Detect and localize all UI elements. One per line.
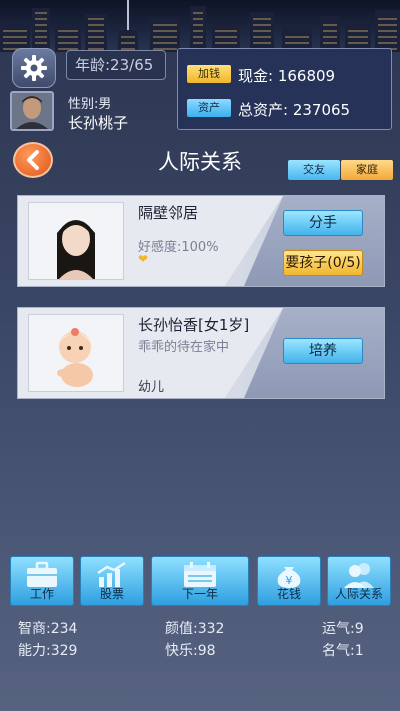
stat-looks: 颜值:332 — [165, 621, 225, 637]
child-stage: 幼儿 — [138, 380, 165, 395]
player-name: 长孙桃子 — [68, 114, 129, 132]
add-money-button[interactable]: 加钱 — [187, 65, 231, 83]
child-portrait — [28, 314, 124, 392]
cash-value: 现金: 166809 — [238, 67, 336, 85]
avatar — [10, 91, 54, 131]
money-panel: 加钱 现金: 166809 资产 总资产: 237065 — [177, 48, 392, 130]
gender-label: 性别:男 — [68, 97, 112, 112]
nav-next-year[interactable]: 下一年 — [151, 556, 249, 606]
age-display: 年龄:23/65 — [66, 50, 166, 80]
page-title: 人际关系 — [158, 150, 242, 174]
stat-happiness: 快乐:98 — [165, 643, 216, 659]
assets-tag[interactable]: 资产 — [187, 99, 231, 117]
relation-name: 隔壁邻居 — [138, 204, 199, 222]
total-assets-value: 总资产: 237065 — [238, 101, 351, 119]
raise-child-button[interactable]: 培养 — [283, 338, 363, 364]
relation-card-neighbor: 隔壁邻居 好感度:100% ❤ 分手 要孩子(0/5) — [17, 195, 385, 287]
relation-name: 长孙怡香[女1岁] — [138, 316, 250, 334]
have-child-button[interactable]: 要孩子(0/5) — [283, 250, 363, 276]
gear-icon — [21, 55, 47, 81]
relation-card-child: 长孙怡香[女1岁] 乖乖的待在家中 幼儿 培养 — [17, 307, 385, 399]
child-status: 乖乖的待在家中 — [138, 340, 230, 355]
nav-stocks-label: 股票 — [99, 587, 124, 601]
stat-ability: 能力:329 — [18, 643, 78, 659]
city-skyline-banner — [0, 0, 400, 52]
nav-spend[interactable]: ¥ 花钱 — [257, 556, 321, 606]
neighbor-portrait — [28, 202, 124, 280]
stat-fame: 名气:1 — [322, 643, 364, 659]
nav-next-year-label: 下一年 — [181, 587, 218, 601]
settings-button[interactable] — [12, 48, 56, 88]
nav-work-label: 工作 — [29, 587, 54, 601]
favor-value: 好感度:100% — [138, 240, 219, 255]
stat-iq: 智商:234 — [18, 621, 78, 637]
nav-spend-label: 花钱 — [276, 587, 301, 601]
stat-luck: 运气:9 — [322, 621, 364, 637]
heart-icon: ❤ — [138, 252, 149, 266]
nav-relations-label: 人际关系 — [334, 587, 383, 601]
nav-relations[interactable]: 人际关系 — [327, 556, 391, 606]
break-up-button[interactable]: 分手 — [283, 210, 363, 236]
nav-stocks[interactable]: 股票 — [80, 556, 144, 606]
tab-family[interactable]: 家庭 — [341, 160, 393, 180]
tab-friends[interactable]: 交友 — [288, 160, 340, 180]
nav-work[interactable]: 工作 — [10, 556, 74, 606]
